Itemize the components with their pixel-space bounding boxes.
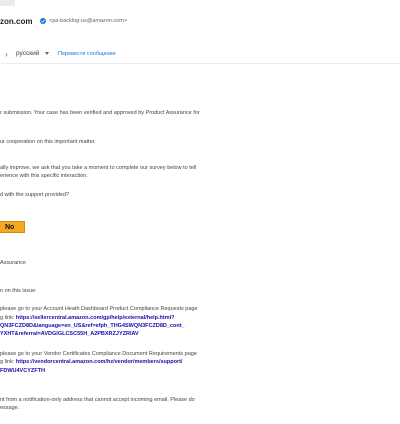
sender-email: <pa-backlog-us@amazon.com> (49, 18, 128, 24)
vendor-central-link-cont[interactable]: FDWU4VCYZFTH (0, 368, 45, 374)
body-line: r submission. Your case has been verifie… (0, 110, 200, 116)
vendor-central-link[interactable]: https://vendorcentral.amazon.com/hz/vend… (16, 359, 183, 365)
body-line: d with the support provided? (0, 192, 70, 198)
link-prefix: g link: (0, 315, 16, 321)
body-line: please go to your Vendor Certificates Co… (0, 351, 197, 357)
body-line: n on this issue: (0, 288, 37, 294)
survey-no-button[interactable]: No (0, 221, 25, 233)
chevron-down-icon[interactable] (45, 52, 49, 55)
body-line: ur cooperation on this important matter. (0, 139, 96, 145)
top-bar (0, 0, 400, 8)
body-line: g link: https://sellercentral.amazon.com… (0, 315, 175, 321)
language-select[interactable]: русский (16, 50, 39, 57)
body-line: g link: https://vendorcentral.amazon.com… (0, 359, 182, 365)
verified-badge-icon (40, 18, 46, 24)
body-line: erience with this specific interaction. (0, 173, 88, 179)
body-line: nt from a notification-only address that… (0, 397, 195, 403)
body-line: essage. (0, 405, 20, 411)
divider (0, 63, 400, 64)
sender-name: zon.com (0, 17, 33, 26)
tab-stub[interactable] (0, 0, 15, 6)
translate-message-link[interactable]: Перевести сообщение (58, 51, 116, 57)
body-line: Assurance (0, 260, 26, 266)
body-line: ally improve, we ask that you take a mom… (0, 165, 197, 171)
chevron-right-icon[interactable]: › (5, 50, 8, 59)
seller-central-link-cont[interactable]: YXHT&referral=AVDGIGLCSC55H_A2PBXRZJYZRI… (0, 331, 139, 337)
link-prefix: g link: (0, 359, 16, 365)
body-line: please go to your Account Heath Dashboar… (0, 306, 198, 312)
seller-central-link[interactable]: https://sellercentral.amazon.com/gp/help… (16, 315, 175, 321)
seller-central-link-cont[interactable]: QN3FCZD8D&language=en_US&ref=efph_THG4SW… (0, 323, 185, 329)
